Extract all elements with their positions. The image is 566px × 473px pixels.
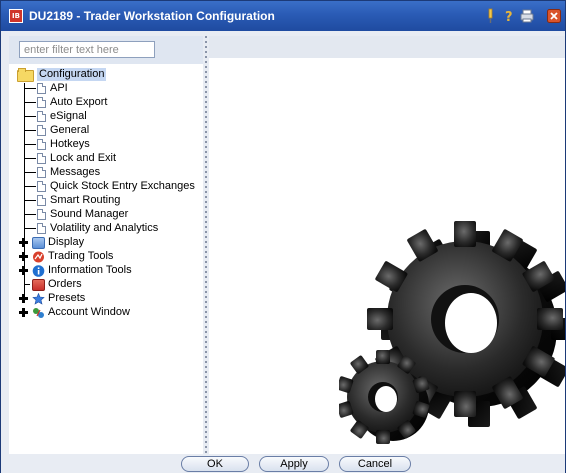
account-window-icon: [33, 307, 44, 318]
tree-root-configuration[interactable]: Configuration: [17, 67, 107, 82]
tree-group-presets[interactable]: Presets: [19, 292, 85, 305]
apply-button[interactable]: Apply: [259, 456, 329, 472]
tree-item-volatility-and-analytics[interactable]: Volatility and Analytics: [24, 222, 158, 235]
tree-item-label: General: [50, 124, 90, 136]
document-icon: [37, 153, 46, 164]
tree-item-smart-routing[interactable]: Smart Routing: [24, 194, 120, 207]
tree-group-label: Trading Tools: [48, 250, 114, 262]
tree-item-lock-and-exit[interactable]: Lock and Exit: [24, 152, 116, 165]
app-icon: IB: [9, 9, 23, 23]
tree-branch-line: [24, 144, 36, 145]
tree-item-label: Auto Export: [50, 96, 108, 108]
tree-item-messages[interactable]: Messages: [24, 166, 100, 179]
tree-group-information-tools[interactable]: Information Tools: [19, 264, 132, 277]
tree-group-orders[interactable]: Orders: [19, 278, 82, 291]
tree-item-label: API: [50, 82, 68, 94]
tree-item-general[interactable]: General: [24, 124, 89, 137]
tree-group-label: Presets: [48, 292, 86, 304]
tree-item-label: Quick Stock Entry Exchanges: [50, 180, 195, 192]
document-icon: [37, 195, 46, 206]
document-icon: [37, 97, 46, 108]
document-icon: [37, 209, 46, 220]
document-icon: [37, 167, 46, 178]
display-icon: [32, 236, 45, 249]
close-icon[interactable]: [547, 9, 561, 23]
configuration-window: IB DU2189 - Trader Workstation Configura…: [0, 0, 566, 473]
pin-icon[interactable]: [482, 8, 498, 24]
tree-group-trading-tools[interactable]: Trading Tools: [19, 250, 113, 263]
expand-icon[interactable]: [19, 293, 30, 304]
tree-group-display[interactable]: Display: [19, 236, 84, 249]
expand-icon[interactable]: [19, 251, 30, 262]
splitter-grip: [205, 36, 207, 454]
expand-icon[interactable]: [19, 237, 30, 248]
tree-branch-line: [24, 130, 36, 131]
tree-item-auto-export[interactable]: Auto Export: [24, 96, 107, 109]
svg-text:?: ?: [505, 10, 513, 24]
tree-branch-line: [24, 116, 36, 117]
tree-group-label: Display: [48, 236, 85, 248]
document-icon: [37, 181, 46, 192]
gears-icon: [339, 221, 565, 444]
tree-item-quick-stock-entry-exchanges[interactable]: Quick Stock Entry Exchanges: [24, 180, 195, 193]
tree-item-label: eSignal: [50, 110, 87, 122]
tree-branch-line: [24, 172, 36, 173]
config-content-panel: [209, 36, 565, 454]
tree-branch-line: [24, 102, 36, 103]
print-icon[interactable]: [519, 8, 535, 24]
ok-button[interactable]: OK: [181, 456, 249, 472]
tree-item-api[interactable]: API: [24, 82, 68, 95]
tree-branch-line: [24, 214, 36, 215]
tree-root-label: Configuration: [37, 67, 107, 81]
tree-item-esignal[interactable]: eSignal: [24, 110, 87, 123]
tree-branch-line: [24, 200, 36, 201]
document-icon: [37, 83, 46, 94]
dialog-button-bar: OK Apply Cancel: [1, 454, 565, 473]
tree-branch-line: [24, 228, 36, 229]
folder-open-icon: [17, 68, 34, 82]
settings-tree-panel: Configuration API Auto Export eSignal Ge…: [9, 36, 203, 454]
tree-branch-line: [24, 158, 36, 159]
document-icon: [37, 111, 46, 122]
tree-group-account-window[interactable]: Account Window: [19, 306, 130, 319]
tree-item-label: Sound Manager: [50, 208, 129, 220]
info-icon: [32, 264, 45, 277]
tree-group-label: Orders: [48, 278, 82, 290]
trading-tools-icon: [33, 251, 44, 262]
tree-branch-line: [24, 88, 36, 89]
document-icon: [37, 223, 46, 234]
help-icon[interactable]: ?: [501, 8, 517, 24]
document-icon: [37, 125, 46, 136]
presets-icon: [32, 292, 45, 305]
document-icon: [37, 139, 46, 150]
cancel-button[interactable]: Cancel: [339, 456, 411, 472]
tree-item-hotkeys[interactable]: Hotkeys: [24, 138, 90, 151]
tree-item-label: Messages: [50, 166, 101, 178]
tree-group-label: Account Window: [48, 306, 130, 318]
orders-icon: [32, 278, 45, 291]
title-bar[interactable]: IB DU2189 - Trader Workstation Configura…: [1, 1, 565, 31]
expand-icon[interactable]: [19, 307, 30, 318]
content-header-strip: [209, 36, 565, 58]
tree-group-label: Information Tools: [48, 264, 132, 276]
tree-item-sound-manager[interactable]: Sound Manager: [24, 208, 128, 221]
tree-branch-line: [24, 186, 36, 187]
expand-icon[interactable]: [19, 265, 30, 276]
filter-input[interactable]: [19, 41, 155, 58]
tree-item-label: Lock and Exit: [50, 152, 117, 164]
tree-branch-line: [24, 284, 30, 285]
tree-item-label: Smart Routing: [50, 194, 121, 206]
tree-item-label: Hotkeys: [50, 138, 90, 150]
tree-item-label: Volatility and Analytics: [50, 222, 159, 234]
window-title: DU2189 - Trader Workstation Configuratio…: [29, 9, 275, 23]
